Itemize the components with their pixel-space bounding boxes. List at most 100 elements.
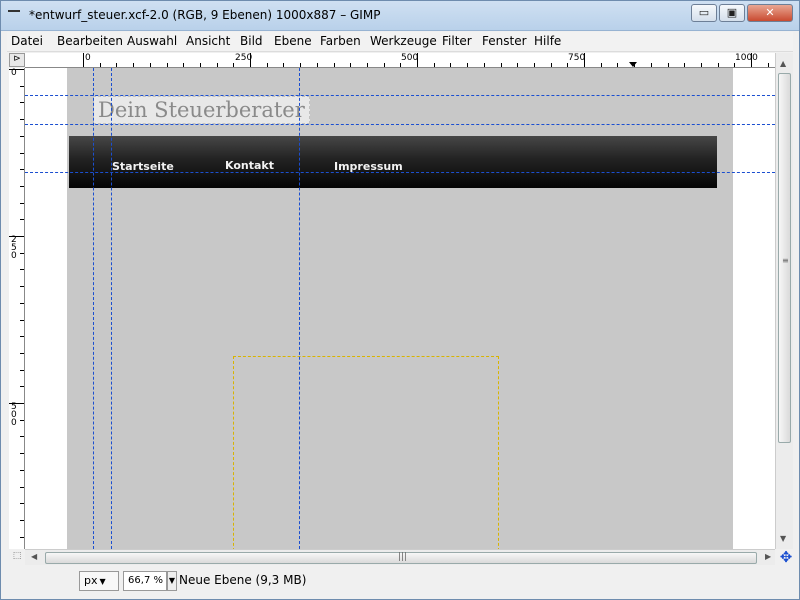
quick-mask-toggle-icon[interactable]: ⬚: [9, 549, 25, 565]
ruler-tick: [116, 63, 118, 67]
ruler-tick: [500, 63, 502, 67]
title-bar[interactable]: *entwurf_steuer.xcf-2.0 (RGB, 9 Ebenen) …: [1, 1, 799, 31]
menu-auswahl[interactable]: Auswahl: [127, 34, 177, 48]
ruler-tick: [700, 63, 702, 67]
unit-select[interactable]: px ▼: [79, 571, 119, 591]
ruler-tick: [183, 63, 185, 67]
ruler-tick: [9, 69, 24, 70]
pointer-position-marker: [629, 62, 637, 67]
ruler-tick: [20, 286, 24, 288]
ruler-tick: [20, 453, 24, 455]
menu-ansicht[interactable]: Ansicht: [186, 34, 230, 48]
ruler-tick: [20, 519, 24, 521]
ruler-tick: [617, 63, 619, 67]
ruler-label: 0: [85, 53, 91, 63]
ruler-tick: [20, 319, 24, 321]
ruler-tick: [20, 185, 24, 187]
ruler-tick: [300, 63, 302, 67]
close-button[interactable]: ✕: [747, 4, 793, 22]
maximize-button[interactable]: ▣: [719, 4, 745, 22]
vertical-scroll-thumb[interactable]: ≡: [778, 73, 791, 443]
ruler-tick: [99, 63, 101, 67]
ruler-tick: [517, 63, 519, 67]
selection-marquee[interactable]: [233, 356, 499, 549]
ruler-tick: [250, 53, 251, 67]
ruler-tick: [667, 63, 669, 67]
menu-farben[interactable]: Farben: [320, 34, 361, 48]
horizontal-scrollbar[interactable]: ◀ ||| ▶: [25, 549, 775, 565]
ruler-label: 1000: [735, 53, 758, 63]
ruler-tick: [550, 63, 552, 67]
vertical-ruler[interactable]: 0 250 500: [9, 68, 25, 549]
ruler-tick: [149, 63, 151, 67]
ruler-tick: [483, 63, 485, 67]
ruler-tick: [767, 63, 769, 67]
guide-horizontal[interactable]: [25, 172, 775, 173]
ruler-tick: [20, 352, 24, 354]
menu-datei[interactable]: Datei: [11, 34, 43, 48]
ruler-tick: [20, 336, 24, 338]
vertical-scrollbar[interactable]: ▲ ≡ ▼: [775, 53, 793, 549]
navigation-bar-layer[interactable]: Startseite Kontakt Impressum: [69, 136, 717, 188]
guide-vertical[interactable]: [93, 68, 94, 549]
ruler-tick: [20, 119, 24, 121]
scroll-up-icon[interactable]: ▲: [780, 59, 786, 68]
ruler-tick: [20, 302, 24, 304]
scroll-right-icon[interactable]: ▶: [765, 552, 771, 561]
ruler-label: 500: [11, 402, 17, 428]
scroll-left-icon[interactable]: ◀: [31, 552, 37, 561]
menu-fenster[interactable]: Fenster: [482, 34, 527, 48]
navigate-icon[interactable]: ✥: [777, 549, 795, 567]
ruler-tick: [467, 63, 469, 67]
ruler-tick: [233, 63, 235, 67]
scroll-down-icon[interactable]: ▼: [780, 534, 786, 543]
ruler-tick: [166, 63, 168, 67]
guide-vertical[interactable]: [299, 68, 300, 549]
menu-filter[interactable]: Filter: [442, 34, 472, 48]
ruler-tick: [283, 63, 285, 67]
ruler-tick: [20, 536, 24, 538]
ruler-tick: [350, 63, 352, 67]
ruler-tick: [20, 135, 24, 137]
menu-werkzeuge[interactable]: Werkzeuge: [370, 34, 437, 48]
nav-kontakt: Kontakt: [225, 159, 274, 172]
ruler-tick: [20, 102, 24, 104]
ruler-tick: [684, 63, 686, 67]
ruler-tick: [20, 202, 24, 204]
ruler-tick: [634, 63, 636, 67]
layer-info: Neue Ebene (9,3 MB): [179, 573, 307, 587]
ruler-tick: [20, 169, 24, 171]
horizontal-scroll-thumb[interactable]: |||: [45, 552, 757, 564]
minimize-button[interactable]: ▭: [691, 4, 717, 22]
menu-ebene[interactable]: Ebene: [274, 34, 312, 48]
window-menu-icon[interactable]: [8, 10, 20, 18]
menu-bearbeiten[interactable]: Bearbeiten: [57, 34, 123, 48]
image-canvas[interactable]: Dein Steuerberater Startseite Kontakt Im…: [25, 68, 775, 549]
ruler-tick: [450, 63, 452, 67]
guide-vertical[interactable]: [111, 68, 112, 549]
menu-hilfe[interactable]: Hilfe: [534, 34, 561, 48]
ruler-tick: [20, 503, 24, 505]
ruler-corner-menu[interactable]: ⊳: [9, 53, 25, 67]
ruler-tick: [20, 269, 24, 271]
guide-horizontal[interactable]: [25, 95, 775, 96]
ruler-tick: [20, 219, 24, 221]
ruler-tick: [9, 236, 24, 237]
guide-horizontal[interactable]: [25, 124, 775, 125]
zoom-input[interactable]: 66,7 %: [123, 571, 167, 591]
ruler-tick: [20, 469, 24, 471]
ruler-tick: [584, 53, 585, 67]
site-title-layer[interactable]: Dein Steuerberater: [93, 96, 310, 124]
ruler-tick: [383, 63, 385, 67]
chevron-down-icon: ▼: [99, 577, 106, 586]
ruler-tick: [20, 419, 24, 421]
zoom-dropdown-icon[interactable]: ▼: [167, 571, 177, 591]
horizontal-ruler[interactable]: 0 250 500 750 1000: [25, 53, 775, 68]
status-bar: px ▼ 66,7 % ▼ Neue Ebene (9,3 MB): [7, 567, 793, 595]
menu-bild[interactable]: Bild: [240, 34, 263, 48]
ruler-tick: [20, 386, 24, 388]
ruler-tick: [650, 63, 652, 67]
ruler-tick: [567, 63, 569, 67]
ruler-tick: [600, 63, 602, 67]
ruler-label: 0: [11, 68, 17, 78]
